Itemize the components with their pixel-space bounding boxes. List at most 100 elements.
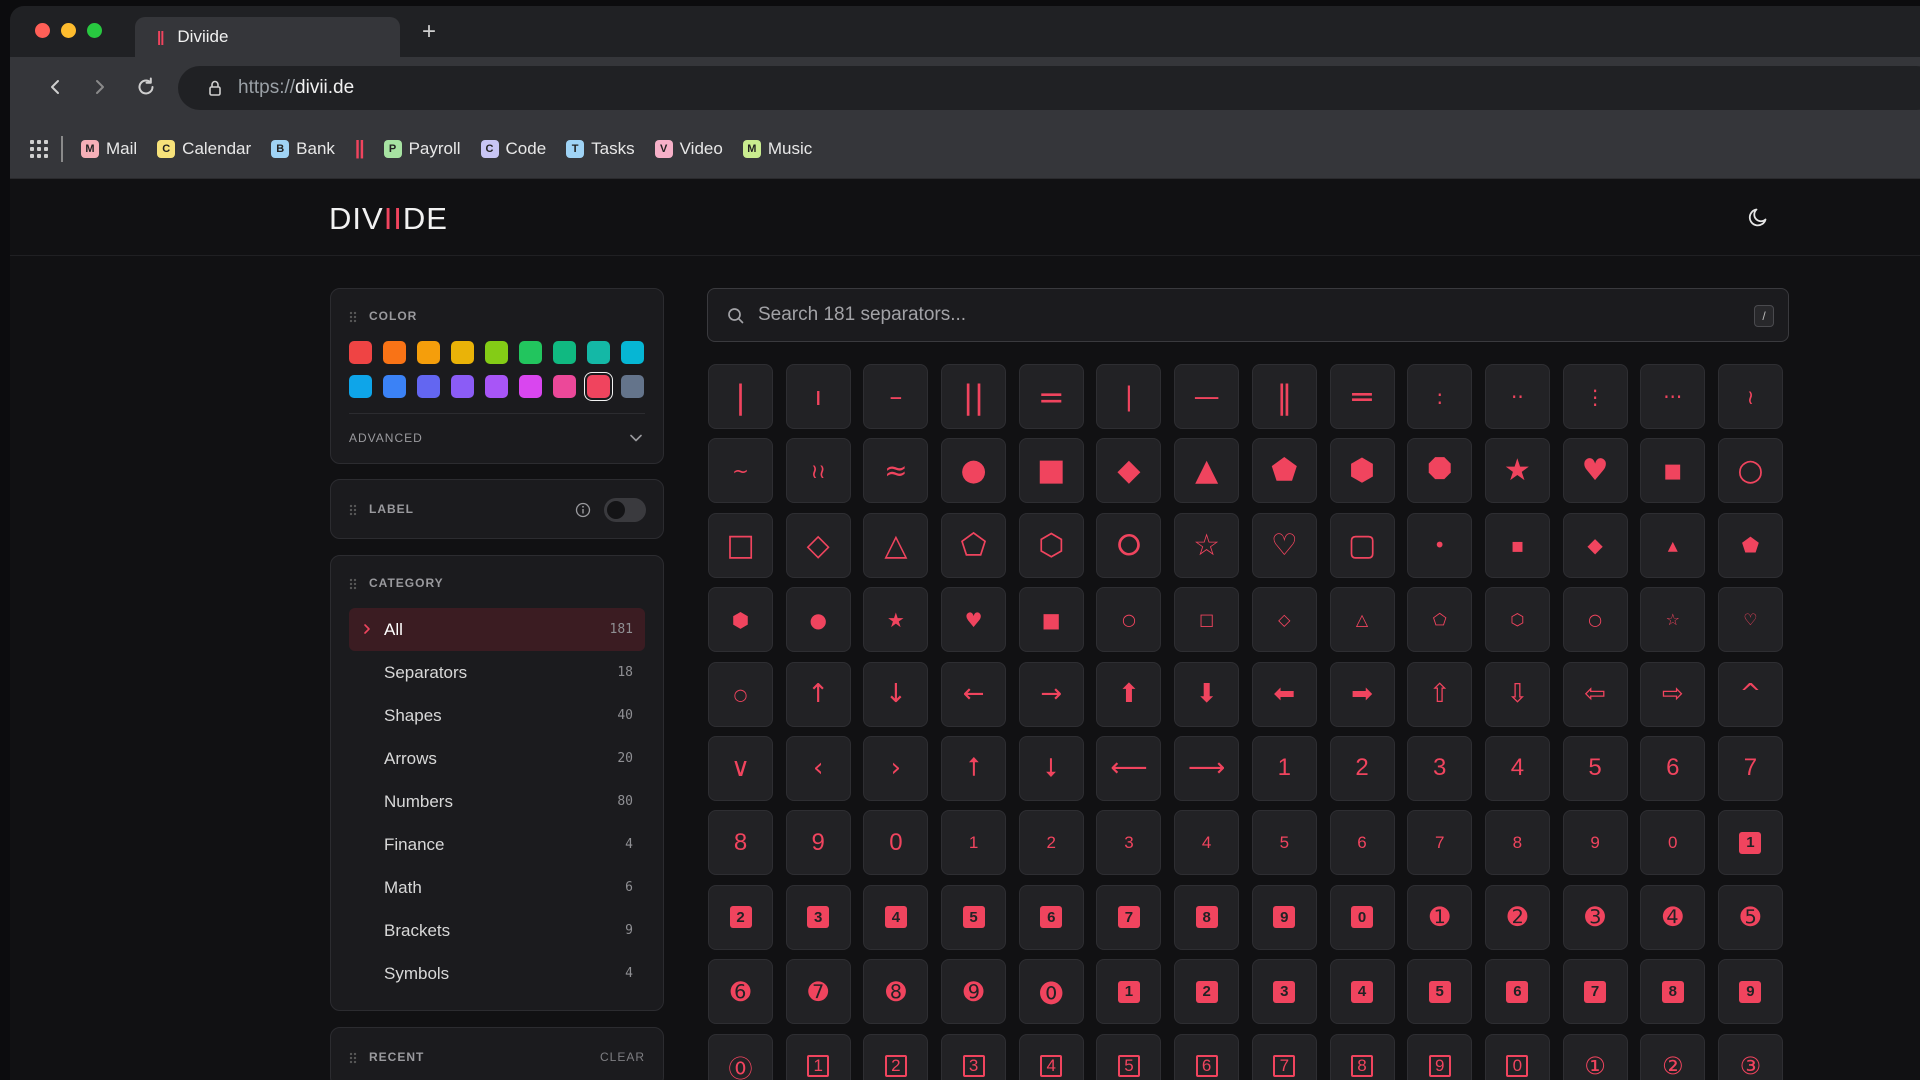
separator-tile[interactable]: ∨ [708,735,773,801]
separator-tile[interactable]: ➍ [1640,884,1706,950]
color-swatch[interactable] [451,375,474,398]
separator-tile[interactable]: △ [863,512,929,578]
separator-tile[interactable]: 4 [1484,735,1550,801]
separator-tile[interactable]: ★ [1484,438,1550,504]
separator-tile[interactable]: ➋ [1484,884,1550,950]
separator-tile[interactable]: ○ [1717,438,1783,504]
color-swatch[interactable] [349,375,372,398]
reload-button[interactable] [129,70,163,104]
separator-tile[interactable]: 7 [1407,810,1473,876]
separator-tile[interactable]: 3 [1251,959,1317,1025]
separator-tile[interactable]: ı [785,364,851,429]
separator-tile[interactable]: ▴ [1640,512,1706,578]
separator-tile[interactable]: ☆ [1174,512,1240,578]
bookmark-code[interactable]: C Code [480,139,546,159]
clear-recent-button[interactable]: CLEAR [600,1050,645,1064]
minimize-window-button[interactable] [61,23,76,38]
separator-tile[interactable]: ▢ [1329,512,1395,578]
separator-tile[interactable]: ⯃ [1407,438,1473,504]
color-swatch[interactable] [519,375,542,398]
color-swatch[interactable] [485,375,508,398]
separator-tile[interactable]: 5 [1407,959,1473,1025]
separator-tile[interactable]: ⓿ [1018,959,1084,1025]
separator-tile[interactable]: □ [708,512,773,578]
separator-tile[interactable]: ➡ [1329,661,1395,727]
separator-tile[interactable]: ⭘ [1096,512,1162,578]
separator-tile[interactable]: ○ [1562,587,1628,653]
separator-tile[interactable]: 1 [785,1033,851,1080]
advanced-toggle[interactable]: ADVANCED [349,431,423,445]
separator-tile[interactable]: ● [785,587,851,653]
separator-tile[interactable]: ○ [1096,587,1162,653]
separator-tile[interactable]: 3 [785,884,851,950]
separator-tile[interactable]: ⇧ [1407,661,1473,727]
separator-tile[interactable]: ➏ [708,959,773,1025]
bookmark-mail[interactable]: M Mail [81,139,137,159]
separator-tile[interactable]: ♡ [1717,587,1783,653]
separator-tile[interactable]: ➒ [941,959,1007,1025]
color-swatch[interactable] [383,375,406,398]
separator-tile[interactable]: 2 [1018,810,1084,876]
separator-tile[interactable]: 7 [1096,884,1162,950]
separator-tile[interactable]: 7 [1251,1033,1317,1080]
separator-tile[interactable]: ⭣ [1018,735,1084,801]
separator-tile[interactable]: 4 [1174,810,1240,876]
separator-tile[interactable]: ‹ [785,735,851,801]
separator-tile[interactable]: ← [941,661,1007,727]
address-bar[interactable]: https://divii.de [178,66,1920,110]
category-item-separators[interactable]: Separators 18 [349,651,645,694]
separator-tile[interactable]: 3 [1407,735,1473,801]
category-item-all[interactable]: All 181 [349,608,645,651]
label-toggle[interactable] [604,498,646,522]
separator-tile[interactable]: 8 [1329,1033,1395,1080]
color-swatch[interactable] [417,375,440,398]
separator-tile[interactable]: ··· [1640,364,1706,429]
separator-tile[interactable]: 9 [1407,1033,1473,1080]
info-icon[interactable] [575,502,591,518]
separator-tile[interactable]: ⬡ [1018,512,1084,578]
search-input[interactable] [758,289,1718,341]
separator-tile[interactable]: ➐ [785,959,851,1025]
separator-tile[interactable]: ▪ [1484,512,1550,578]
separator-tile[interactable]: ↓ [863,661,929,727]
separator-tile[interactable]: ● [941,438,1007,504]
separator-tile[interactable]: ▲ [1174,438,1240,504]
separator-tile[interactable]: ≀≀ [785,438,851,504]
separator-tile[interactable]: ⇦ [1562,661,1628,727]
separator-tile[interactable]: 4 [1018,1033,1084,1080]
separator-tile[interactable]: ◇ [1251,587,1317,653]
separator-tile[interactable]: 3 [1096,810,1162,876]
color-swatch[interactable] [519,341,542,364]
bookmark-calendar[interactable]: C Calendar [157,139,251,159]
back-button[interactable] [38,70,72,104]
color-swatch[interactable] [587,375,610,398]
separator-tile[interactable]: ♥ [1562,438,1628,504]
separator-tile[interactable]: ⭡ [941,735,1007,801]
color-swatch[interactable] [451,341,474,364]
separator-tile[interactable]: – [863,364,929,429]
separator-tile[interactable]: ⋮ [1562,364,1628,429]
separator-tile[interactable]: ~ [708,438,773,504]
separator-tile[interactable]: ⬠ [1407,587,1473,653]
separator-tile[interactable]: 6 [1018,884,1084,950]
separator-tile[interactable]: || [941,364,1007,429]
separator-tile[interactable]: 9 [1717,959,1783,1025]
separator-tile[interactable]: ↑ [785,661,851,727]
separator-tile[interactable]: ⬇ [1174,661,1240,727]
separator-tile[interactable]: 7 [1717,735,1783,801]
bookmark-payroll[interactable]: P Payroll [383,139,461,159]
diviide-logo[interactable]: DIVIIDE [329,201,448,237]
maximize-window-button[interactable] [87,23,102,38]
separator-tile[interactable]: 9 [1562,810,1628,876]
separator-tile[interactable]: = [1018,364,1084,429]
drag-handle-icon[interactable] [349,577,357,590]
separator-tile[interactable]: 8 [1174,884,1240,950]
separator-tile[interactable]: ③ [1717,1033,1783,1080]
separator-tile[interactable]: ◆ [1562,512,1628,578]
color-swatch[interactable] [417,341,440,364]
separator-tile[interactable]: 7 [1562,959,1628,1025]
color-swatch[interactable] [587,341,610,364]
color-swatch[interactable] [553,341,576,364]
separator-tile[interactable]: 9 [785,810,851,876]
separator-tile[interactable]: ·· [1484,364,1550,429]
